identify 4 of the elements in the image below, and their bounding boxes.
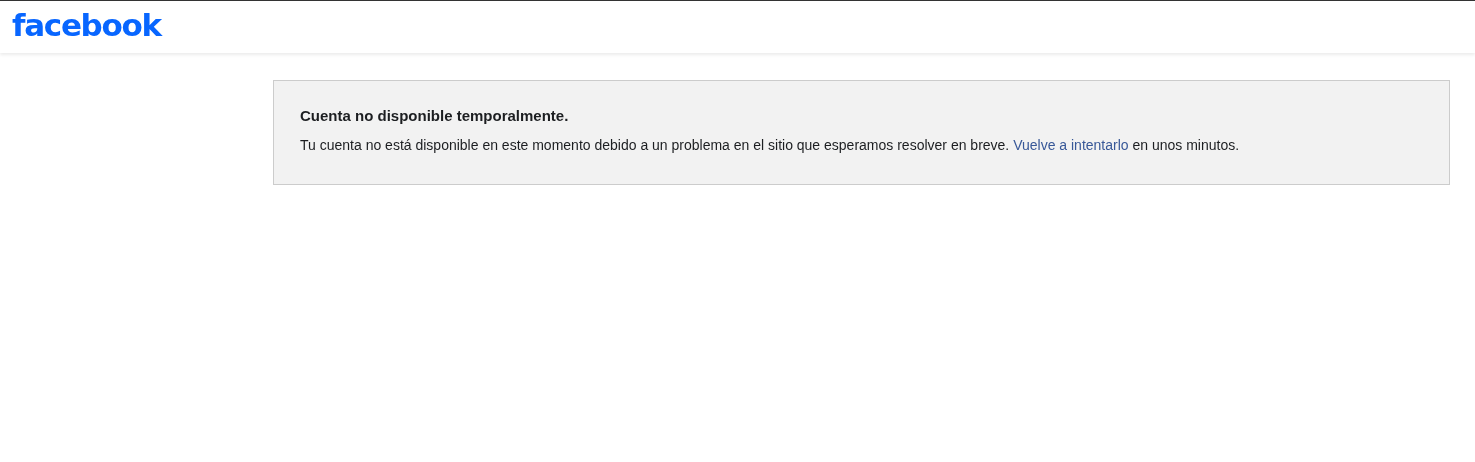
notice-title: Cuenta no disponible temporalmente. [300,107,570,124]
logo[interactable]: facebook [12,9,161,45]
notice-message: Tu cuenta no está disponible en este momento debido a un problema en el sitio que esperamos resolver en breve. Vuelve a intentarlo en unos minutos. [300,136,1241,154]
retry-link[interactable]: Vuelve a intentarlo [1013,137,1129,153]
